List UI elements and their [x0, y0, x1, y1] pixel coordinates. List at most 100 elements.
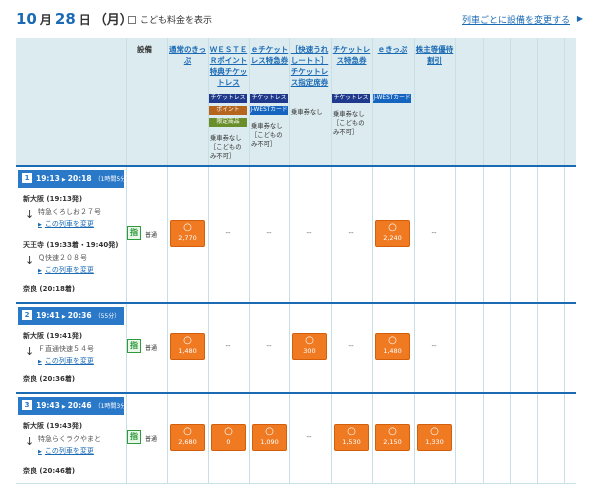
reserved-seat-icon: 指 [127, 339, 141, 353]
unavailable-dash: -- [348, 228, 354, 237]
seat-type-label: 普通 [145, 231, 158, 239]
date-day: 28 [54, 10, 76, 28]
ticket-tag: J-WESTカード [250, 106, 288, 115]
row-separator [16, 302, 576, 304]
duration: （1時間5分） [94, 176, 133, 183]
fare-button[interactable]: ○ 1,330 [417, 424, 452, 451]
fare-button[interactable]: ○ 1,480 [170, 333, 205, 360]
fare-button[interactable]: ○ 0 [211, 424, 246, 451]
train-time-badge: 2 19:41 ▶ 20:36 （55分） [18, 307, 124, 325]
date-month-unit: 月 [39, 13, 52, 27]
column-title-5[interactable]: チケットレス特急券 [332, 44, 371, 66]
change-train-link[interactable]: ▶ この列車を変更 [38, 265, 94, 275]
triangle-right-icon: ▶ [576, 14, 583, 23]
date-month: 10 [16, 10, 37, 28]
checkbox-box[interactable] [128, 15, 136, 24]
column-divider [483, 38, 484, 484]
column-title-7[interactable]: 株主等優待割引 [415, 44, 454, 66]
reserved-seat-icon: 指 [127, 225, 141, 240]
fare-price: 1,330 [425, 438, 444, 446]
unavailable-dash: -- [348, 342, 354, 350]
final-station: 奈良 (20:36着) [23, 375, 76, 383]
column-divider [564, 38, 565, 484]
change-train-link[interactable]: ▶ この列車を変更 [38, 219, 94, 229]
available-circle-icon: ○ [388, 335, 397, 346]
column-divider [414, 38, 415, 484]
available-circle-icon: ○ [224, 426, 233, 437]
train-name: 特急らくラクやまと [38, 435, 101, 443]
fare-price: 2,680 [178, 438, 197, 446]
train-name: Ｑ快速２０８号 [38, 254, 87, 262]
column-title-3[interactable]: ｅチケットレス特急券 [250, 44, 289, 66]
arrive-time: 20:36 [67, 311, 92, 320]
change-train-label: この列車を変更 [44, 357, 94, 365]
fare-price: 1,530 [342, 438, 361, 446]
child-fare-checkbox[interactable]: こども料金を表示 [128, 13, 212, 26]
date-weekday: （月） [93, 13, 133, 28]
child-fare-label: こども料金を表示 [140, 16, 213, 26]
ticket-tag: ポイント [209, 106, 247, 115]
fare-button[interactable]: ○ 2,240 [375, 219, 410, 247]
row-separator [16, 392, 576, 394]
change-train-link[interactable]: ▶ この列車を変更 [38, 356, 94, 366]
change-train-link[interactable]: ▶ この列車を変更 [38, 446, 94, 456]
station-label: 天王寺 (19:33着・19:40発) [23, 241, 119, 249]
unavailable-dash: -- [266, 228, 272, 237]
change-equipment-label: 列車ごとに設備を変更する [461, 16, 570, 26]
column-title-1[interactable]: 通常のきっぷ [168, 44, 207, 66]
arrow-down-icon: ↓ [25, 435, 35, 448]
final-station: 奈良 (20:18着) [23, 285, 76, 293]
triangle-right-icon: ▶ [38, 449, 42, 455]
duration: （55分） [94, 313, 121, 320]
arrow-down-icon: ↓ [25, 254, 35, 267]
fare-button[interactable]: ○ 1,530 [334, 424, 369, 451]
column-divider [455, 38, 456, 484]
triangle-right-icon: ▶ [38, 359, 42, 365]
ticket-tag: チケットレス [209, 94, 247, 103]
unavailable-dash: -- [306, 433, 312, 441]
fare-button[interactable]: ○ 1,480 [375, 333, 410, 360]
change-equipment-link[interactable]: 列車ごとに設備を変更する ▶ [461, 13, 583, 26]
depart-time: 19:43 [36, 401, 60, 410]
unavailable-dash: -- [306, 228, 312, 237]
column-title-2[interactable]: ＷＥＳＴＥＲポイント特典チケットレス [209, 44, 248, 88]
train-time-badge: 3 19:43 ▶ 20:46 （1時間3分） [18, 397, 132, 415]
arrive-time: 20:18 [67, 174, 92, 183]
column-title-6[interactable]: ｅきっぷ [373, 44, 412, 55]
column-divider [537, 38, 538, 484]
fare-price: 2,150 [383, 438, 402, 446]
ticket-tag: J-WESTカード [373, 94, 411, 103]
available-circle-icon: ○ [183, 221, 192, 233]
fare-button[interactable]: ○ 2,770 [170, 219, 205, 247]
available-circle-icon: ○ [388, 426, 397, 437]
table-bottom-border [16, 483, 576, 484]
unavailable-dash: -- [431, 342, 437, 350]
seat-type-label: 普通 [145, 345, 158, 352]
available-circle-icon: ○ [265, 426, 274, 437]
duration: （1時間3分） [94, 403, 133, 410]
equipment-header: 設備 [137, 45, 152, 54]
arrow-right-icon: ▶ [61, 177, 66, 183]
fare-button[interactable]: ○ 300 [292, 333, 327, 360]
fare-price: 1,480 [383, 347, 402, 355]
fare-button[interactable]: ○ 2,150 [375, 424, 410, 451]
arrow-right-icon: ▶ [61, 314, 66, 320]
fare-button[interactable]: ○ 1,090 [252, 424, 287, 451]
unavailable-dash: -- [266, 342, 272, 350]
available-circle-icon: ○ [183, 335, 192, 346]
column-divider [331, 38, 332, 484]
train-index: 2 [22, 310, 32, 320]
fare-table: 設備 通常のきっぷ ＷＥＳＴＥＲポイント特典チケットレス チケットレス ポイント 限定商… [16, 38, 576, 484]
depart-time: 19:41 [36, 311, 60, 320]
fare-button[interactable]: ○ 2,680 [170, 424, 205, 451]
row-separator [16, 165, 576, 167]
available-circle-icon: ○ [305, 335, 314, 346]
seat-type-label: 普通 [145, 436, 158, 443]
fare-price: 1,480 [178, 347, 197, 355]
fare-price: 2,240 [383, 233, 402, 242]
unavailable-dash: -- [225, 342, 231, 350]
available-circle-icon: ○ [347, 426, 356, 437]
column-title-4[interactable]: ［快速うれしートト］チケットレス指定席券 [290, 44, 329, 88]
train-name: Ｆ直通快速５４号 [38, 345, 94, 353]
train-time-badge: 1 19:13 ▶ 20:18 （1時間5分） [18, 170, 132, 188]
